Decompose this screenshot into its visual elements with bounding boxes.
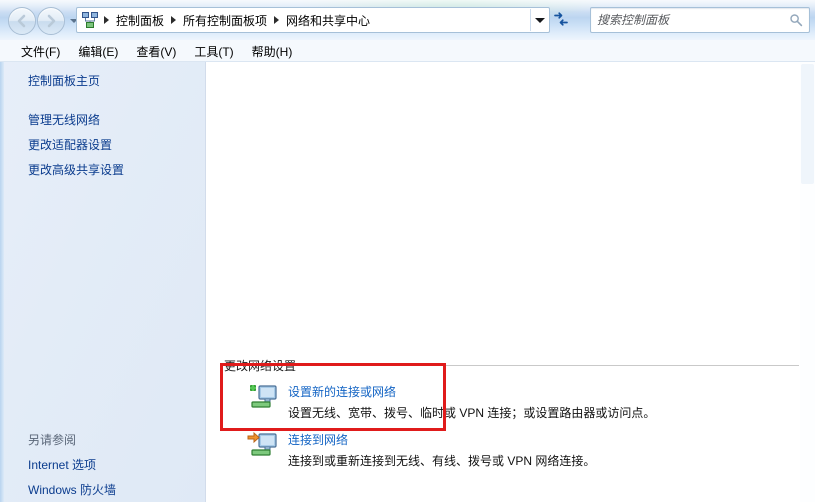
connect-to-network-icon [246, 431, 280, 463]
sidebar-task-list: 控制面板主页 管理无线网络 更改适配器设置 更改高级共享设置 [0, 68, 205, 182]
back-arrow-icon [17, 14, 26, 28]
refresh-button[interactable] [549, 7, 573, 31]
change-network-settings-section: 更改网络设置 设置新的连接或网络 设置无线、宽带、拨号、临时或 VPN 连接；或… [224, 357, 799, 469]
forward-arrow-icon [47, 14, 56, 28]
menu-item-help[interactable]: 帮助(H) [243, 41, 302, 62]
refresh-icon [554, 12, 568, 26]
breadcrumb-item-all-items[interactable]: 所有控制面板项 [179, 10, 271, 31]
control-panel-window: 控制面板 所有控制面板项 网络和共享中心 搜索控制面板 文件(F) 编辑(E) … [0, 0, 815, 502]
task-connect-to-network[interactable]: 连接到网络 连接到或重新连接到无线、有线、拨号或 VPN 网络连接。 [224, 421, 799, 469]
breadcrumb-item-network-sharing-center[interactable]: 网络和共享中心 [282, 10, 374, 31]
sidebar-item-change-advanced-sharing-settings[interactable]: 更改高级共享设置 [0, 157, 205, 182]
sidebar: 控制面板主页 管理无线网络 更改适配器设置 更改高级共享设置 另请参阅 Inte… [0, 62, 206, 502]
forward-button[interactable] [37, 7, 65, 35]
network-sharing-icon [79, 10, 101, 30]
menu-item-edit[interactable]: 编辑(E) [69, 41, 127, 62]
add-network-connection-icon [246, 383, 280, 415]
vertical-scrollbar[interactable] [800, 62, 815, 502]
search-input[interactable] [591, 10, 789, 30]
address-bar[interactable]: 控制面板 所有控制面板项 网络和共享中心 [76, 7, 550, 33]
search-icon [789, 13, 809, 27]
breadcrumb-item-control-panel[interactable]: 控制面板 [112, 10, 168, 31]
sidebar-item-manage-wireless-networks[interactable]: 管理无线网络 [0, 107, 205, 132]
menu-item-view[interactable]: 查看(V) [127, 41, 185, 62]
see-also-section: 另请参阅 Internet 选项 Windows 防火墙 [0, 427, 205, 502]
task-text-block: 连接到网络 连接到或重新连接到无线、有线、拨号或 VPN 网络连接。 [288, 431, 799, 469]
menu-item-file[interactable]: 文件(F) [12, 41, 69, 62]
menu-item-tools[interactable]: 工具(T) [185, 41, 242, 62]
navigation-buttons [8, 5, 78, 35]
address-dropdown-button[interactable] [530, 9, 549, 31]
task-set-up-new-connection[interactable]: 设置新的连接或网络 设置无线、宽带、拨号、临时或 VPN 连接；或设置路由器或访… [224, 373, 799, 421]
sidebar-item-windows-firewall[interactable]: Windows 防火墙 [0, 477, 205, 502]
breadcrumb-separator-icon [274, 16, 280, 24]
scrollbar-thumb[interactable] [801, 64, 814, 184]
sidebar-item-control-panel-home[interactable]: 控制面板主页 [0, 68, 205, 93]
main-content: 更改网络设置 设置新的连接或网络 设置无线、宽带、拨号、临时或 VPN 连接；或… [207, 62, 815, 502]
breadcrumb-separator-icon [171, 16, 177, 24]
section-header: 更改网络设置 [224, 357, 799, 373]
task-description: 连接到或重新连接到无线、有线、拨号或 VPN 网络连接。 [288, 454, 596, 468]
back-button[interactable] [8, 7, 36, 35]
sidebar-item-internet-options[interactable]: Internet 选项 [0, 452, 205, 477]
task-text-block: 设置新的连接或网络 设置无线、宽带、拨号、临时或 VPN 连接；或设置路由器或访… [288, 383, 799, 421]
search-box[interactable] [590, 7, 810, 33]
section-title: 更改网络设置 [224, 358, 297, 373]
task-description: 设置无线、宽带、拨号、临时或 VPN 连接；或设置路由器或访问点。 [288, 406, 656, 420]
menu-bar: 文件(F) 编辑(E) 查看(V) 工具(T) 帮助(H) [0, 40, 815, 62]
see-also-title: 另请参阅 [28, 433, 77, 447]
breadcrumb: 控制面板 所有控制面板项 网络和共享中心 [101, 9, 530, 31]
window-body: 控制面板主页 管理无线网络 更改适配器设置 更改高级共享设置 另请参阅 Inte… [0, 62, 815, 502]
section-divider [304, 364, 799, 366]
chevron-down-icon [535, 17, 545, 23]
breadcrumb-separator-icon [104, 16, 109, 24]
link-connect-to-network[interactable]: 连接到网络 [288, 432, 348, 448]
title-bar: 控制面板 所有控制面板项 网络和共享中心 [0, 0, 815, 40]
link-set-up-new-connection[interactable]: 设置新的连接或网络 [288, 384, 396, 400]
sidebar-item-change-adapter-settings[interactable]: 更改适配器设置 [0, 132, 205, 157]
